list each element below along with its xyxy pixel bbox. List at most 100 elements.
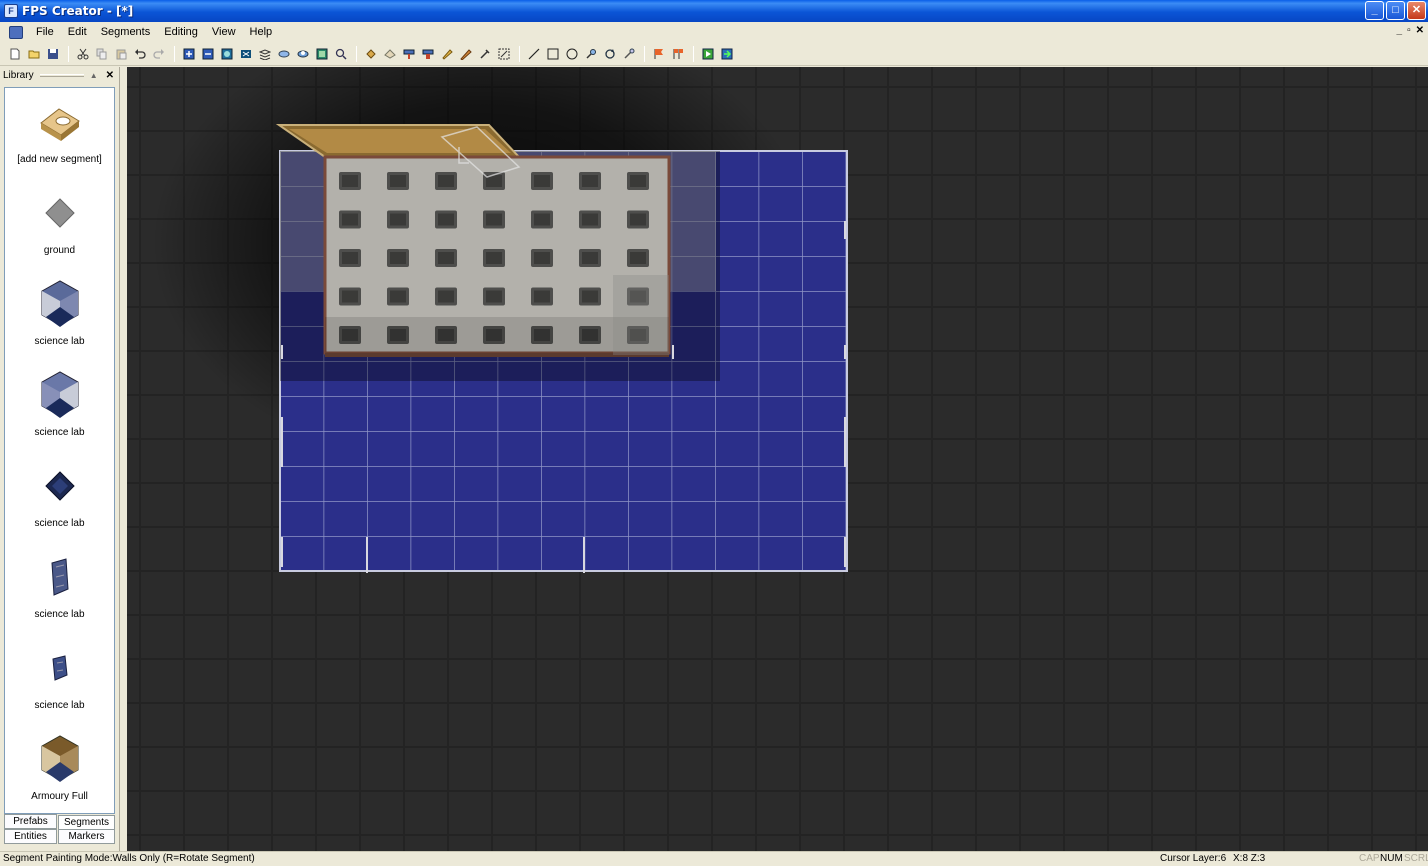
segment-fill-button[interactable] bbox=[419, 45, 437, 63]
draw-line-button[interactable] bbox=[525, 45, 543, 63]
test-game-button[interactable] bbox=[699, 45, 717, 63]
pin-icon[interactable]: ▲ bbox=[90, 71, 98, 80]
segment-spray-button[interactable] bbox=[438, 45, 456, 63]
library-item-science-lab-4[interactable]: science lab bbox=[5, 549, 114, 637]
library-item-label: ground bbox=[43, 245, 76, 256]
corner-wall-icon bbox=[35, 276, 85, 332]
menu-help[interactable]: Help bbox=[243, 22, 280, 42]
floor-tile-icon bbox=[35, 458, 85, 514]
new-button[interactable] bbox=[6, 45, 24, 63]
cut-button[interactable] bbox=[74, 45, 92, 63]
menu-view[interactable]: View bbox=[205, 22, 243, 42]
library-item-science-lab-5[interactable]: science lab bbox=[5, 640, 114, 728]
rotate-entity-button[interactable] bbox=[601, 45, 619, 63]
level-viewport[interactable] bbox=[127, 67, 1428, 851]
segment-draw-button[interactable] bbox=[400, 45, 418, 63]
library-item-add-segment[interactable]: [add new segment] bbox=[5, 94, 114, 182]
map-view-button[interactable] bbox=[313, 45, 331, 63]
build-game-button[interactable] bbox=[718, 45, 736, 63]
layer-up-button[interactable] bbox=[180, 45, 198, 63]
segment-tweak-button[interactable] bbox=[476, 45, 494, 63]
window-title: FPS Creator - [*] bbox=[22, 4, 134, 18]
level-canvas[interactable] bbox=[127, 67, 1428, 851]
library-header: Library ▲ ✕ bbox=[0, 67, 119, 83]
zoom-button[interactable] bbox=[332, 45, 350, 63]
zoom-extents-button[interactable] bbox=[237, 45, 255, 63]
save-button[interactable] bbox=[44, 45, 62, 63]
build-game-icon bbox=[721, 48, 733, 59]
edit-entity-button[interactable] bbox=[620, 45, 638, 63]
app-icon[interactable]: F bbox=[4, 4, 18, 18]
waypoint-button[interactable] bbox=[650, 45, 668, 63]
library-item-label: Armoury Full bbox=[31, 791, 88, 802]
layer-down-button[interactable] bbox=[199, 45, 217, 63]
picker-icon bbox=[586, 48, 596, 59]
orbit-button[interactable] bbox=[294, 45, 312, 63]
segment-select-button[interactable] bbox=[495, 45, 513, 63]
brush-icon bbox=[403, 49, 415, 59]
edit-entity-icon bbox=[624, 48, 635, 59]
line-icon bbox=[528, 48, 540, 59]
library-item-science-lab-1[interactable]: science lab bbox=[5, 276, 114, 364]
mdi-restore-button[interactable]: ▫ bbox=[1407, 25, 1411, 36]
library-item-ground[interactable]: ground bbox=[5, 185, 114, 273]
rotate-icon bbox=[605, 48, 615, 59]
fill-icon bbox=[422, 49, 434, 59]
library-item-science-lab-3[interactable]: science lab bbox=[5, 458, 114, 546]
rotate-view-button[interactable] bbox=[275, 45, 293, 63]
open-folder-icon bbox=[28, 50, 40, 58]
undo-button[interactable] bbox=[131, 45, 149, 63]
menu-segments[interactable]: Segments bbox=[94, 22, 158, 42]
maximize-button[interactable]: □ bbox=[1386, 1, 1405, 20]
view-layer-button[interactable] bbox=[218, 45, 236, 63]
draw-circle-button[interactable] bbox=[563, 45, 581, 63]
pencil-icon bbox=[442, 48, 453, 60]
copy-button[interactable] bbox=[93, 45, 111, 63]
tab-prefabs[interactable]: Prefabs bbox=[4, 814, 57, 829]
eraser-icon bbox=[384, 48, 396, 59]
save-icon bbox=[48, 48, 58, 59]
document-icon[interactable] bbox=[9, 25, 23, 39]
trigger-zone-button[interactable] bbox=[669, 45, 687, 63]
segment-pen-button[interactable] bbox=[457, 45, 475, 63]
layer-up-icon bbox=[183, 48, 195, 59]
library-title: Library bbox=[3, 69, 34, 81]
num-lock-indicator: NUM bbox=[1380, 853, 1403, 864]
pick-entity-button[interactable] bbox=[582, 45, 600, 63]
tab-markers[interactable]: Markers bbox=[58, 829, 115, 844]
undo-icon bbox=[135, 48, 146, 59]
library-item-science-lab-2[interactable]: science lab bbox=[5, 367, 114, 455]
cursor-coords: X:8 Z:3 bbox=[1233, 853, 1266, 864]
library-list: [add new segment] ground science lab sci… bbox=[4, 87, 115, 814]
title-bar: F FPS Creator - [*] _ □ ✕ bbox=[0, 0, 1428, 22]
menu-file[interactable]: File bbox=[29, 22, 61, 42]
mdi-close-button[interactable]: ✕ bbox=[1416, 25, 1424, 36]
close-button[interactable]: ✕ bbox=[1407, 1, 1426, 20]
menu-editing[interactable]: Editing bbox=[157, 22, 205, 42]
redo-icon bbox=[153, 48, 164, 59]
minimize-button[interactable]: _ bbox=[1365, 1, 1384, 20]
status-message: Segment Painting Mode:Walls Only (R=Rota… bbox=[3, 853, 255, 864]
ground-tile-icon bbox=[35, 185, 85, 241]
select-icon bbox=[498, 48, 510, 59]
layers-button[interactable] bbox=[256, 45, 274, 63]
wall-panel-icon bbox=[35, 549, 85, 605]
tab-entities[interactable]: Entities bbox=[4, 829, 57, 844]
tab-segments[interactable]: Segments bbox=[58, 815, 115, 830]
small-panel-icon bbox=[35, 640, 85, 696]
layers-icon bbox=[259, 48, 271, 60]
segment-paint-button[interactable] bbox=[362, 45, 380, 63]
paste-button[interactable] bbox=[112, 45, 130, 63]
close-library-icon[interactable]: ✕ bbox=[106, 70, 114, 81]
segment-pick-button[interactable] bbox=[381, 45, 399, 63]
redo-button[interactable] bbox=[150, 45, 168, 63]
circle-icon bbox=[566, 48, 578, 59]
mdi-minimize-button[interactable]: _ bbox=[1397, 25, 1403, 36]
draw-box-button[interactable] bbox=[544, 45, 562, 63]
paste-icon bbox=[116, 49, 127, 59]
library-item-armoury-full[interactable]: Armoury Full bbox=[5, 731, 114, 813]
open-button[interactable] bbox=[25, 45, 43, 63]
menu-edit[interactable]: Edit bbox=[61, 22, 94, 42]
map-view-icon bbox=[316, 48, 328, 59]
view-layer-icon bbox=[221, 48, 233, 59]
